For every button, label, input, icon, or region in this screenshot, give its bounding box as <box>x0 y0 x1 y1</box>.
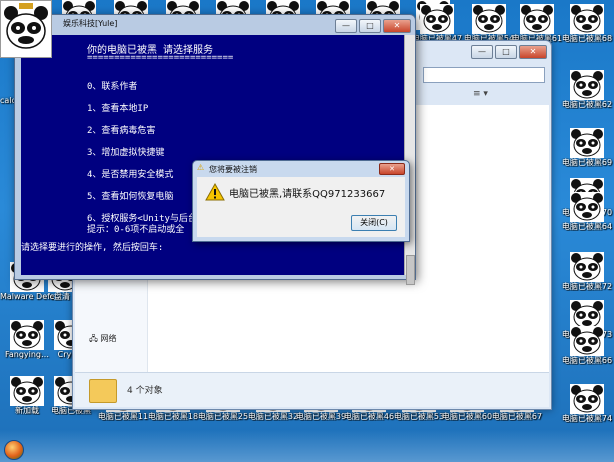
close-button[interactable]: ✕ <box>383 19 411 33</box>
warning-icon <box>205 183 225 201</box>
console-title: 娱乐科技[Yule] <box>63 19 118 28</box>
desktop-icon[interactable]: 电脑已被黑47 <box>410 4 464 43</box>
desktop-icon-label: 电脑已被黑11 <box>97 412 149 421</box>
console-option: 2、查看病毒危害 <box>87 126 156 136</box>
desktop-icon-label: 电脑已被黑64 <box>561 222 613 231</box>
console-prompt: 请选择要进行的操作, 然后按回车: <box>21 243 164 253</box>
console-option: 5、查看如何恢复电脑 <box>87 192 174 202</box>
desktop-icon[interactable]: 电脑已被黑74 <box>560 384 614 423</box>
status-bar: 4 个对象 <box>75 372 549 407</box>
warning-icon-small: ⚠ <box>197 163 205 172</box>
start-button[interactable] <box>4 440 24 460</box>
panda-icon <box>570 4 604 34</box>
desktop-icon-label: 电脑已被黑18 <box>147 412 199 421</box>
desktop-icon[interactable]: 电脑已被黑68 <box>560 4 614 43</box>
view-options-button[interactable]: ≡ ▾ <box>473 89 488 99</box>
console-option: 0、联系作者 <box>87 82 138 92</box>
explorer-window-controls: — □ ✕ <box>471 45 547 59</box>
maximize-button[interactable]: □ <box>495 45 517 59</box>
dialog-close-button[interactable]: 关闭(C) <box>351 215 397 231</box>
minimize-button[interactable]: — <box>335 19 357 33</box>
avatar <box>0 0 52 58</box>
panda-icon <box>10 376 44 406</box>
panda-icon <box>570 326 604 356</box>
panda-icon <box>570 252 604 282</box>
nav-item-label: 网络 <box>100 334 117 343</box>
address-bar[interactable] <box>423 67 545 83</box>
desktop-icon[interactable]: 电脑已被黑64 <box>560 192 614 231</box>
network-icon: 🖧 <box>89 334 98 343</box>
panda-icon <box>420 4 454 34</box>
desktop-icon[interactable]: 电脑已被黑54 <box>462 4 516 43</box>
desktop-icon-label: 电脑已被黑74 <box>561 414 613 423</box>
desktop-icon-label: 电脑已被黑68 <box>561 34 613 43</box>
desktop-icon-label: 电脑已被黑72 <box>561 282 613 291</box>
desktop-icon-label: 电脑已被黑67 <box>491 412 543 421</box>
desktop-icon-label: 电脑已被黑66 <box>561 356 613 365</box>
console-option: 4、是否禁用安全模式 <box>87 170 174 180</box>
logoff-dialog[interactable]: ⚠ 您将要被注销 ✕ 电脑已被黑,请联系QQ971233667 关闭(C) <box>192 160 410 242</box>
close-button[interactable]: ✕ <box>519 45 547 59</box>
dialog-message: 电脑已被黑,请联系QQ971233667 <box>229 189 386 200</box>
scrollbar-thumb[interactable] <box>406 255 415 285</box>
panda-icon <box>520 4 554 34</box>
desktop-icon[interactable]: 电脑已被黑62 <box>560 70 614 109</box>
desktop-icon-label: 电脑已被黑53 <box>393 412 445 421</box>
desktop-icon[interactable]: 电脑已被黑66 <box>560 326 614 365</box>
maximize-button[interactable]: □ <box>359 19 381 33</box>
desktop-icon-label: 电脑已被黑62 <box>561 100 613 109</box>
panda-icon <box>570 128 604 158</box>
dialog-body: 电脑已被黑,请联系QQ971233667 关闭(C) <box>197 177 405 237</box>
desktop-icon-label: 电脑已被黑46 <box>343 412 395 421</box>
dialog-title: 您将要被注销 <box>209 165 257 174</box>
panda-icon <box>10 320 44 350</box>
taskbar <box>0 430 614 462</box>
desktop-icon-label: 电脑已被黑60 <box>441 412 493 421</box>
desktop-icon-label: 电脑已被黑39 <box>295 412 347 421</box>
desktop-icon[interactable]: 电脑已被黑69 <box>560 128 614 167</box>
panda-icon <box>570 192 604 222</box>
minimize-button[interactable]: — <box>471 45 493 59</box>
desktop-icon-label: 电脑已被黑25 <box>197 412 249 421</box>
folder-icon <box>89 379 117 403</box>
console-option: 3、增加虚拟快捷键 <box>87 148 165 158</box>
dialog-close-icon[interactable]: ✕ <box>379 163 405 175</box>
panda-icon <box>570 384 604 414</box>
desktop-icon[interactable]: 电脑已被黑72 <box>560 252 614 291</box>
panda-icon <box>472 4 506 34</box>
console-separator: =========================== <box>87 53 234 63</box>
console-option: 1、查看本地IP <box>87 104 149 114</box>
panda-icon <box>570 70 604 100</box>
desktop-icon[interactable]: 电脑已被黑61 <box>510 4 564 43</box>
status-text: 4 个对象 <box>127 386 163 396</box>
console-window-controls: — □ ✕ <box>335 19 411 33</box>
desktop-icon-label: 电脑已被黑69 <box>561 158 613 167</box>
console-hint: 提示：0-6项不启动或全 <box>87 225 185 235</box>
nav-item-network[interactable]: 🖧 网络 <box>89 333 116 347</box>
desktop-icon-label: 电脑已被黑32 <box>247 412 299 421</box>
